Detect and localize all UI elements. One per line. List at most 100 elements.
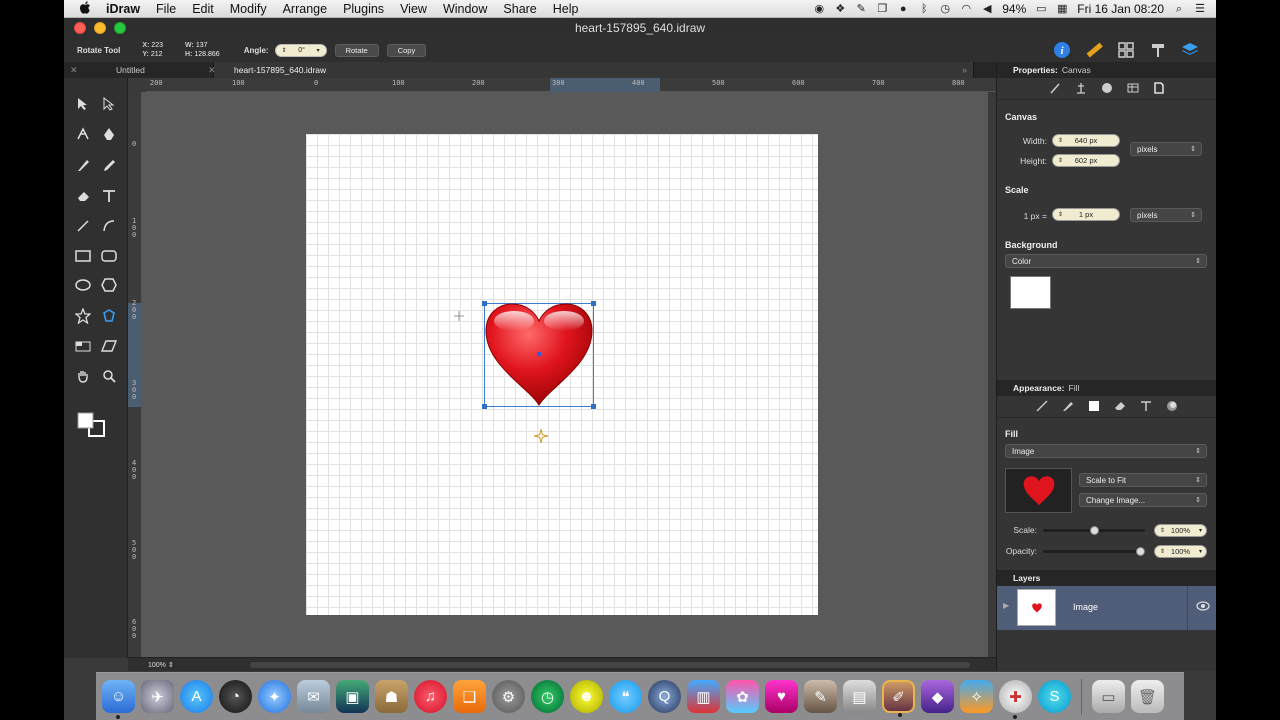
launchpad-icon[interactable]: ✈ xyxy=(141,680,174,713)
menu-file[interactable]: File xyxy=(148,2,184,16)
direct-select-tool-icon[interactable] xyxy=(98,93,120,115)
skew-tool-icon[interactable] xyxy=(98,335,120,357)
stepper-icon[interactable]: ⇕ xyxy=(282,47,287,54)
messages-icon[interactable]: ❝ xyxy=(609,680,642,713)
notification-center-icon[interactable]: ☰ xyxy=(1194,3,1206,15)
fill-stroke-swatch[interactable] xyxy=(76,410,106,440)
photos-icon[interactable]: ▣ xyxy=(336,680,369,713)
paint-roller-icon[interactable] xyxy=(1148,40,1168,60)
vertical-scrollbar[interactable] xyxy=(988,92,996,657)
copy-icon[interactable]: ❐ xyxy=(876,3,888,15)
preview-icon[interactable]: ▤ xyxy=(843,680,876,713)
shadow-icon[interactable] xyxy=(1166,400,1178,414)
background-color-swatch[interactable] xyxy=(1010,276,1051,309)
tab-heart[interactable]: ✕ heart-157895_640.idraw » xyxy=(208,62,974,78)
zoom-level[interactable]: 100% ⇕ xyxy=(148,661,174,669)
copy-button[interactable]: Copy xyxy=(386,43,427,57)
heart-image[interactable] xyxy=(482,301,596,409)
ellipse-tool-icon[interactable] xyxy=(72,274,94,296)
resize-handle[interactable] xyxy=(591,404,596,409)
rotate-button[interactable]: Rotate xyxy=(334,43,379,57)
menu-share[interactable]: Share xyxy=(495,2,544,16)
center-point[interactable] xyxy=(537,352,541,356)
change-image-select[interactable]: Change Image... ⇕ xyxy=(1079,493,1207,507)
battery-percent[interactable]: 94% xyxy=(1002,2,1026,16)
bluetooth-icon[interactable]: ᛒ xyxy=(918,3,930,15)
chevron-down-icon[interactable]: ▾ xyxy=(1199,527,1202,534)
heart-app-icon[interactable]: ♥ xyxy=(765,680,798,713)
arc-tool-icon[interactable] xyxy=(98,215,120,237)
stepper-icon[interactable]: ⇕ xyxy=(1058,211,1063,218)
app-store-icon[interactable]: A xyxy=(180,680,213,713)
menu-plugins[interactable]: Plugins xyxy=(335,2,392,16)
ibooks-icon[interactable]: ❑ xyxy=(453,680,486,713)
close-tab-icon[interactable]: ✕ xyxy=(70,65,78,76)
adium-icon[interactable]: ☻ xyxy=(570,680,603,713)
stepper-icon[interactable]: ⇕ xyxy=(1058,157,1063,164)
slider-knob[interactable] xyxy=(1136,547,1145,556)
time-machine-icon[interactable]: ◷ xyxy=(939,3,951,15)
parallels-icon[interactable]: ▥ xyxy=(687,680,720,713)
text-tool-icon[interactable] xyxy=(98,185,120,207)
finder-icon[interactable]: ☺ xyxy=(102,680,135,719)
rectangle-tool-icon[interactable] xyxy=(72,245,94,267)
layers-icon[interactable] xyxy=(1180,40,1200,60)
affinity-icon[interactable]: ◆ xyxy=(921,680,954,713)
fill-type-select[interactable]: Image ⇕ xyxy=(1005,444,1207,458)
height-input[interactable]: ⇕ 602 px xyxy=(1052,154,1120,167)
anchor-icon[interactable] xyxy=(1075,82,1087,96)
butterfly-app-icon[interactable]: ✿ xyxy=(726,680,759,713)
fill-mode-select[interactable]: Scale to Fit ⇕ xyxy=(1079,473,1207,487)
volume-icon[interactable]: ◀ xyxy=(981,3,993,15)
star-tool-icon[interactable] xyxy=(72,305,94,327)
background-type-select[interactable]: Color ⇕ xyxy=(1005,254,1207,268)
resize-handle[interactable] xyxy=(482,404,487,409)
rotate-tool-icon[interactable] xyxy=(98,305,120,327)
grid-icon[interactable] xyxy=(1116,40,1136,60)
gimp-icon[interactable]: ✎ xyxy=(804,680,837,713)
menu-modify[interactable]: Modify xyxy=(222,2,275,16)
fill-icon[interactable] xyxy=(1088,400,1100,414)
zoom-tool-icon[interactable] xyxy=(98,365,120,387)
vertical-ruler[interactable]: 0 1 0 0 2 0 0 3 0 0 4 0 0 5 0 0 6 0 0 xyxy=(128,92,142,657)
pen-tool-icon[interactable] xyxy=(98,123,120,145)
chevron-right-icon[interactable]: » xyxy=(962,65,973,75)
wifi-icon[interactable]: ◠ xyxy=(960,3,972,15)
select-tool-icon[interactable] xyxy=(72,93,94,115)
idraw-icon[interactable]: ✐ xyxy=(882,680,915,717)
brush-icon[interactable] xyxy=(1062,400,1074,414)
rotation-pivot-icon[interactable] xyxy=(533,428,549,444)
eraser-icon[interactable] xyxy=(1114,400,1126,414)
dropbox-icon[interactable]: ❖ xyxy=(834,3,846,15)
scale-slider[interactable] xyxy=(1043,526,1145,535)
horizontal-scrollbar[interactable] xyxy=(250,662,970,668)
shape-icon[interactable] xyxy=(1101,82,1113,96)
quicktime-icon[interactable]: Q xyxy=(648,680,681,713)
rounded-rectangle-tool-icon[interactable] xyxy=(98,245,120,267)
clock[interactable]: Fri 16 Jan 08:20 xyxy=(1077,2,1164,16)
menu-window[interactable]: Window xyxy=(435,2,495,16)
battery-icon[interactable]: ▭ xyxy=(1035,3,1047,15)
opacity-percent-input[interactable]: ⇕ 100% ▾ xyxy=(1154,545,1207,558)
stepper-icon[interactable]: ⇕ xyxy=(1160,527,1165,534)
evernote-icon[interactable]: ✎ xyxy=(855,3,867,15)
scale-input[interactable]: ⇕ 1 px xyxy=(1052,208,1120,221)
stepper-icon[interactable]: ⇕ xyxy=(1160,548,1165,555)
safari-icon[interactable]: ✦ xyxy=(258,680,291,713)
bell-icon[interactable]: ● xyxy=(897,3,909,15)
width-input[interactable]: ⇕ 640 px xyxy=(1052,134,1120,147)
skype-icon[interactable]: S xyxy=(1038,680,1071,713)
downloads-stack-icon[interactable]: ▭ xyxy=(1092,680,1125,713)
disclosure-triangle-icon[interactable]: ▶ xyxy=(1003,601,1009,610)
menu-help[interactable]: Help xyxy=(545,2,587,16)
text-icon[interactable] xyxy=(1140,400,1152,414)
hand-tool-icon[interactable] xyxy=(72,365,94,387)
document-icon[interactable] xyxy=(1153,81,1165,96)
trash-icon[interactable]: 🗑 xyxy=(1131,680,1164,713)
menu-edit[interactable]: Edit xyxy=(184,2,222,16)
pixelmator-icon[interactable]: ✧ xyxy=(960,680,993,713)
node-tool-icon[interactable] xyxy=(72,123,94,145)
apple-menu-icon[interactable] xyxy=(72,0,98,17)
polygon-tool-icon[interactable] xyxy=(98,274,120,296)
eraser-tool-icon[interactable] xyxy=(72,185,94,207)
